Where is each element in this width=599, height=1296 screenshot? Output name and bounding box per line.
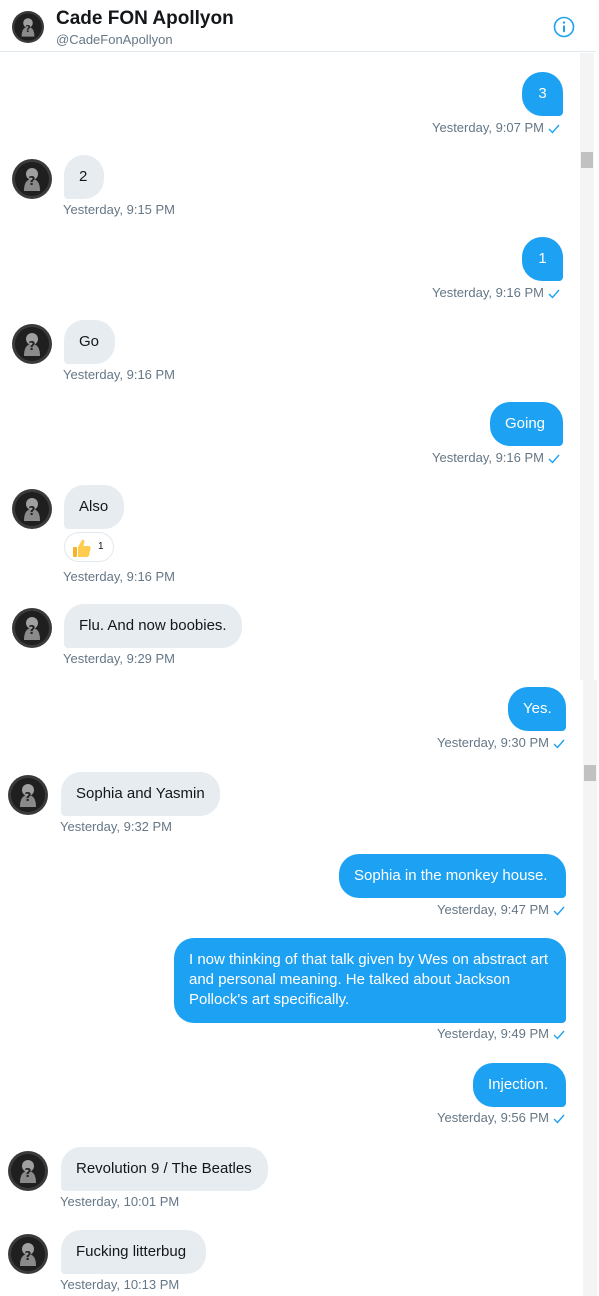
info-icon[interactable] <box>553 16 575 38</box>
scrollbar-thumb[interactable] <box>584 765 596 781</box>
conversation-handle: @CadeFonApollyon <box>56 32 173 47</box>
check-icon <box>553 1028 565 1043</box>
svg-text:?: ? <box>25 790 32 804</box>
svg-text:?: ? <box>29 504 36 518</box>
message-bubble-incoming[interactable]: Revolution 9 / The Beatles <box>61 1147 268 1191</box>
avatar[interactable]: ? <box>12 11 44 43</box>
message-bubble-outgoing[interactable]: Yes. <box>508 687 566 731</box>
svg-text:?: ? <box>29 339 36 353</box>
message-timestamp: Yesterday, 9:16 PM <box>432 450 560 467</box>
svg-text:?: ? <box>25 24 31 35</box>
message-timestamp: Yesterday, 9:16 PM <box>63 367 176 382</box>
check-icon <box>548 452 560 467</box>
svg-text:?: ? <box>29 623 36 637</box>
avatar[interactable]: ? <box>12 608 52 648</box>
message-bubble-outgoing[interactable]: I now thinking of that talk given by Wes… <box>174 938 566 1023</box>
message-timestamp: Yesterday, 9:16 PM <box>432 285 560 302</box>
avatar[interactable]: ? <box>12 324 52 364</box>
message-timestamp: Yesterday, 9:56 PM <box>437 1110 565 1127</box>
check-icon <box>553 904 565 919</box>
reaction-badge[interactable]: 1 <box>64 532 114 562</box>
avatar[interactable]: ? <box>12 159 52 199</box>
message-timestamp: Yesterday, 9:47 PM <box>437 902 565 919</box>
message-timestamp: Yesterday, 9:15 PM <box>63 202 176 217</box>
message-bubble-incoming[interactable]: 2 <box>64 155 104 199</box>
conversation-header: ? Cade FON Apollyon @CadeFonApollyon <box>0 0 596 52</box>
message-timestamp: Yesterday, 9:49 PM <box>437 1026 565 1043</box>
conversation-title: Cade FON Apollyon <box>56 8 234 29</box>
message-timestamp: Yesterday, 10:01 PM <box>60 1194 180 1209</box>
scrollbar[interactable] <box>583 680 597 1296</box>
message-bubble-outgoing[interactable]: Injection. <box>473 1063 566 1107</box>
check-icon <box>548 122 560 137</box>
svg-text:?: ? <box>25 1166 32 1180</box>
avatar[interactable]: ? <box>12 489 52 529</box>
reaction-count: 1 <box>98 541 104 552</box>
message-bubble-incoming[interactable]: Flu. And now boobies. <box>64 604 242 648</box>
message-bubble-incoming[interactable]: Fucking litterbug <box>61 1230 206 1274</box>
svg-text:?: ? <box>25 1249 32 1263</box>
message-timestamp: Yesterday, 9:29 PM <box>63 651 176 666</box>
message-timestamp: Yesterday, 10:13 PM <box>60 1277 180 1292</box>
message-timestamp: Yesterday, 9:07 PM <box>432 120 560 137</box>
message-list-upper: 3 Yesterday, 9:07 PM ? 2 Yesterday, 9:15… <box>0 53 596 680</box>
scrollbar[interactable] <box>580 53 594 680</box>
svg-text:?: ? <box>29 174 36 188</box>
message-bubble-incoming[interactable]: Sophia and Yasmin <box>61 772 220 816</box>
message-bubble-outgoing[interactable]: Going <box>490 402 563 446</box>
avatar[interactable]: ? <box>8 1151 48 1191</box>
message-timestamp: Yesterday, 9:16 PM <box>63 569 176 584</box>
message-bubble-outgoing[interactable]: 3 <box>522 72 563 116</box>
message-timestamp: Yesterday, 9:30 PM <box>437 735 565 752</box>
avatar[interactable]: ? <box>8 775 48 815</box>
message-bubble-outgoing[interactable]: Sophia in the monkey house. <box>339 854 566 898</box>
avatar[interactable]: ? <box>8 1234 48 1274</box>
message-bubble-incoming[interactable]: Go <box>64 320 115 364</box>
check-icon <box>553 737 565 752</box>
check-icon <box>553 1112 565 1127</box>
message-timestamp: Yesterday, 9:32 PM <box>60 819 173 834</box>
check-icon <box>548 287 560 302</box>
message-bubble-outgoing[interactable]: 1 <box>522 237 563 281</box>
message-list-lower: Yes. Yesterday, 9:30 PM ? Sophia and Yas… <box>0 680 599 1296</box>
scrollbar-thumb[interactable] <box>581 152 593 168</box>
message-bubble-incoming[interactable]: Also <box>64 485 124 529</box>
thumbs-up-icon <box>71 537 93 559</box>
